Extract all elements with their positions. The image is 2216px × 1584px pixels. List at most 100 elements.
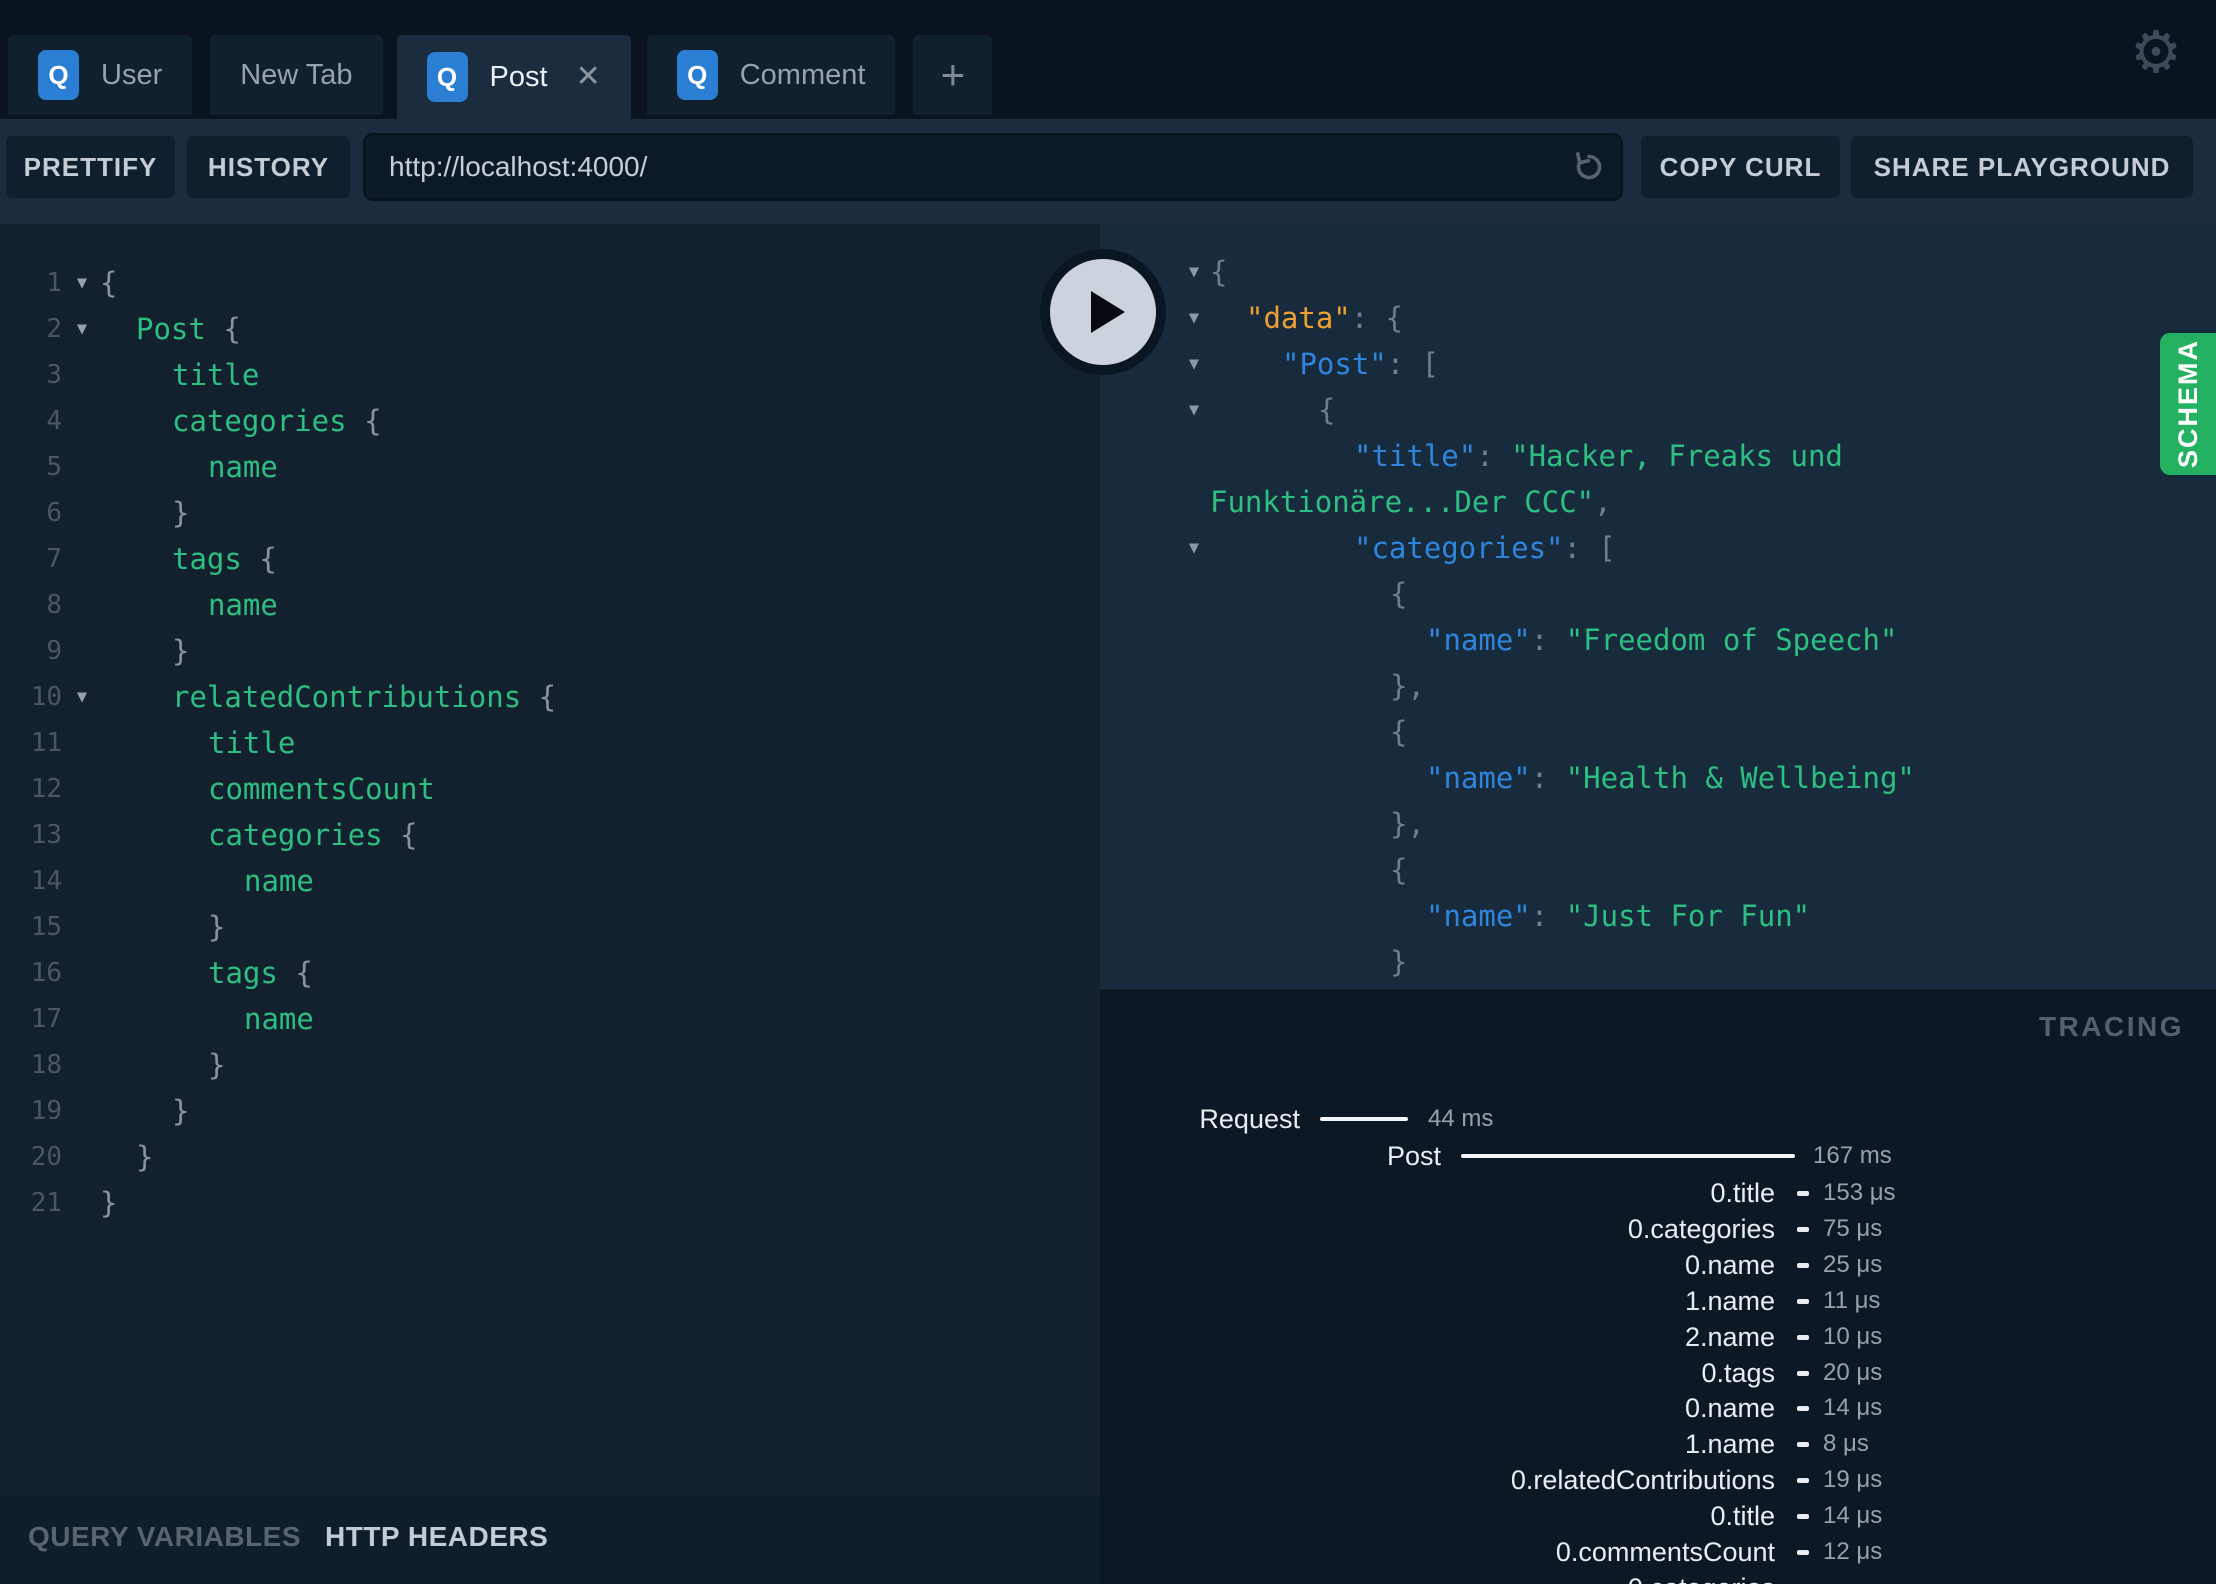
code-token: }: [172, 1094, 190, 1128]
response-line: Funktionäre...Der CCC",: [1100, 479, 2216, 525]
line-number: 1: [46, 268, 62, 298]
trace-time: 14 μs: [1823, 1502, 1883, 1530]
code-token: "Freedom of Speech": [1565, 623, 1898, 657]
query-variables-toggle[interactable]: QUERY VARIABLES: [28, 1521, 301, 1553]
trace-label: 0.title: [1710, 1501, 1775, 1532]
endpoint-url-wrapper: [363, 133, 1623, 201]
response-line: "name": "Freedom of Speech": [1100, 617, 2216, 663]
fold-arrow-icon[interactable]: ▼: [64, 260, 100, 306]
line-code: }: [100, 1088, 189, 1134]
line-code: },: [1210, 801, 1425, 847]
collapse-arrow-icon[interactable]: ▼: [1180, 341, 1208, 387]
tab-comment[interactable]: Q Comment: [646, 35, 896, 115]
schema-side-tab[interactable]: SCHEMA: [2160, 333, 2216, 475]
code-token: Post: [136, 312, 224, 346]
response-json: ▼ { ▼ "data": { ▼ "Post": [ ▼ { "title":…: [1100, 224, 2216, 988]
code-token: : {: [1350, 301, 1404, 335]
trace-dash: [1797, 1262, 1809, 1268]
query-badge: Q: [38, 50, 79, 100]
collapse-arrow-icon[interactable]: ▼: [1180, 249, 1208, 295]
line-number: 9: [46, 636, 62, 666]
trace-dash: [1797, 1298, 1809, 1304]
code-token: {: [295, 956, 313, 990]
code-token: },: [1390, 669, 1425, 703]
line-code: {: [1210, 709, 1407, 755]
editor-line: 16 tags {: [0, 950, 1100, 996]
tab-label: New Tab: [240, 58, 353, 91]
tab-new-tab[interactable]: New Tab: [210, 35, 383, 115]
copy-curl-button[interactable]: COPY CURL: [1641, 136, 1840, 198]
trace-label: Post: [1386, 1141, 1441, 1171]
reload-icon[interactable]: [1571, 149, 1607, 185]
editor-line: 19 }: [0, 1088, 1100, 1134]
code-token: },: [1390, 807, 1425, 841]
tab-user[interactable]: Q User: [8, 35, 193, 115]
response-line: "name": "Just For Fun": [1100, 893, 2216, 939]
fold-arrow-icon[interactable]: ▼: [64, 306, 100, 352]
tab-bar: Q User New Tab Q Post ✕ Q Comment +: [8, 35, 993, 119]
trace-time: 44 ms: [1428, 1105, 1494, 1132]
execute-query-button[interactable]: [1040, 249, 1166, 375]
code-token: {: [1318, 393, 1336, 427]
tracing-pane: TRACING Request 44 ms Post 167 ms 0.titl…: [1100, 988, 2216, 1584]
line-code: title: [100, 720, 295, 766]
code-token: "data": [1246, 301, 1351, 335]
line-code: name: [100, 858, 314, 904]
trace-label: 0.name: [1684, 1249, 1775, 1280]
tab-label: User: [101, 58, 163, 91]
collapse-arrow-icon[interactable]: ▼: [1180, 387, 1208, 433]
new-tab-plus-button[interactable]: +: [913, 35, 993, 115]
response-line: {: [1100, 709, 2216, 755]
trace-time: 11 μs: [1823, 1286, 1881, 1314]
code-token: "title": [1354, 439, 1477, 473]
settings-gear-icon[interactable]: ⚙: [2126, 16, 2186, 88]
line-code: }: [100, 1134, 153, 1180]
tracing-header[interactable]: TRACING: [2039, 1011, 2184, 1043]
editor-line: 3 title: [0, 352, 1100, 398]
line-number: 10: [30, 682, 62, 712]
line-code: "name": "Health & Wellbeing": [1210, 755, 1915, 801]
code-token: }: [208, 910, 226, 944]
response-line: ▼ "Post": [: [1100, 341, 2216, 387]
code-token: name: [244, 1002, 314, 1036]
line-code: "categories": [: [1210, 525, 1616, 571]
line-number: 12: [30, 774, 62, 804]
line-code: "name": "Freedom of Speech": [1210, 617, 1897, 663]
editor-line: 1 ▼ {: [0, 260, 1100, 306]
code-token: tags: [172, 542, 260, 576]
tab-post[interactable]: Q Post ✕: [396, 35, 631, 119]
http-headers-toggle[interactable]: HTTP HEADERS: [325, 1521, 548, 1553]
trace-field-row: 0.title 153 μs: [1100, 1177, 2216, 1209]
line-code: "name": "Just For Fun": [1210, 893, 1810, 939]
trace-dash: [1797, 1514, 1809, 1520]
trace-field-row: 2.name 10 μs: [1100, 1321, 2216, 1353]
code-token: "categories": [1354, 531, 1564, 565]
close-icon[interactable]: ✕: [576, 62, 601, 92]
collapse-arrow-icon[interactable]: ▼: [1180, 525, 1208, 571]
collapse-arrow-icon[interactable]: ▼: [1180, 295, 1208, 341]
trace-field-row: 0.title 14 μs: [1100, 1500, 2216, 1532]
line-code: }: [100, 1180, 117, 1226]
code-token: :: [1530, 761, 1566, 795]
prettify-button[interactable]: PRETTIFY: [6, 136, 175, 198]
endpoint-url-input[interactable]: [363, 133, 1623, 201]
code-token: {: [538, 680, 557, 714]
code-token: "Just For Fun": [1565, 899, 1811, 933]
tab-label: Comment: [739, 58, 866, 91]
code-token: {: [1390, 853, 1408, 887]
editor-line: 14 name: [0, 858, 1100, 904]
trace-label: 0.tags: [1701, 1357, 1775, 1388]
graphql-playground-window: Q User New Tab Q Post ✕ Q Comment + ⚙ PR…: [0, 0, 2216, 1584]
line-code: },: [1210, 663, 1425, 709]
line-code: title: [100, 352, 259, 398]
share-playground-button[interactable]: SHARE PLAYGROUND: [1851, 136, 2193, 198]
history-button[interactable]: HISTORY: [187, 136, 350, 198]
editor-line: 4 categories {: [0, 398, 1100, 444]
trace-row-root: Post 167 ms: [1100, 1140, 2216, 1172]
trace-time: 8 μs: [1823, 1430, 1869, 1458]
fold-arrow-icon[interactable]: ▼: [64, 674, 100, 720]
code-token: title: [172, 358, 260, 392]
line-code: }: [100, 490, 189, 536]
line-number: 15: [30, 912, 62, 942]
query-editor[interactable]: 1 ▼ { 2 ▼ Post { 3 title 4 categories { …: [0, 224, 1100, 1495]
